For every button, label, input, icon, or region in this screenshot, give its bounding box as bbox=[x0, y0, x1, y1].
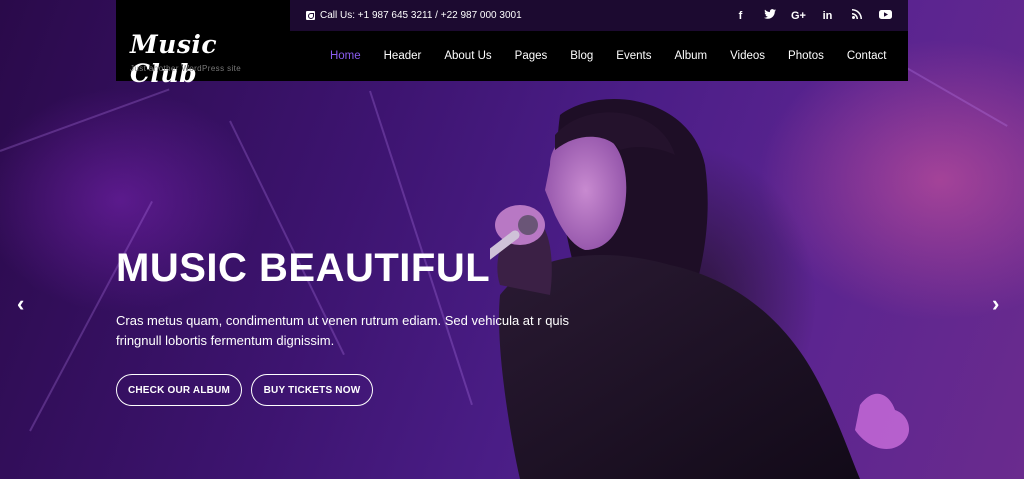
nav-item-about-us[interactable]: About Us bbox=[433, 50, 503, 62]
google-plus-icon[interactable]: G+ bbox=[784, 10, 813, 22]
phone-text: Call Us: +1 987 645 3211 / +22 987 000 3… bbox=[320, 10, 522, 21]
slider-next-icon[interactable]: › bbox=[992, 293, 1006, 315]
nav-item-home[interactable]: Home bbox=[318, 50, 372, 62]
nav-item-videos[interactable]: Videos bbox=[719, 50, 777, 62]
site-tagline: Just another WordPress site bbox=[130, 64, 242, 73]
check-album-button[interactable]: CHECK OUR ALBUM bbox=[116, 374, 242, 406]
hero-headline: MUSIC BEAUTIFUL bbox=[116, 246, 491, 290]
nav-item-contact[interactable]: Contact bbox=[835, 50, 898, 62]
site-branding: Music Club Just another WordPress site bbox=[116, 0, 290, 88]
youtube-icon[interactable] bbox=[871, 9, 900, 22]
top-bar: Call Us: +1 987 645 3211 / +22 987 000 3… bbox=[290, 0, 908, 31]
social-links: f G+ in bbox=[726, 0, 900, 31]
hero-slider: Music Club Just another WordPress site C… bbox=[0, 0, 1024, 479]
stage-beam bbox=[0, 88, 170, 152]
nav-item-pages[interactable]: Pages bbox=[503, 50, 559, 62]
site-logo[interactable]: Music Club bbox=[130, 30, 290, 88]
phone-icon bbox=[306, 11, 315, 20]
twitter-icon[interactable] bbox=[755, 9, 784, 22]
buy-tickets-button[interactable]: BUY TICKETS NOW bbox=[251, 374, 373, 406]
nav-item-photos[interactable]: Photos bbox=[777, 50, 836, 62]
hero-description: Cras metus quam, condimentum ut venen ru… bbox=[116, 313, 570, 348]
slider-prev-icon[interactable]: ‹ bbox=[17, 293, 31, 315]
facebook-icon[interactable]: f bbox=[726, 10, 755, 22]
nav-item-header[interactable]: Header bbox=[372, 50, 433, 62]
contact-phone: Call Us: +1 987 645 3211 / +22 987 000 3… bbox=[306, 10, 522, 21]
nav-item-album[interactable]: Album bbox=[663, 50, 719, 62]
nav-item-blog[interactable]: Blog bbox=[559, 50, 605, 62]
main-navigation: Home Header About Us Pages Blog Events A… bbox=[290, 31, 908, 81]
nav-item-events[interactable]: Events bbox=[605, 50, 663, 62]
rss-icon[interactable] bbox=[842, 9, 871, 22]
singer-image bbox=[490, 99, 910, 479]
linkedin-icon[interactable]: in bbox=[813, 10, 842, 22]
